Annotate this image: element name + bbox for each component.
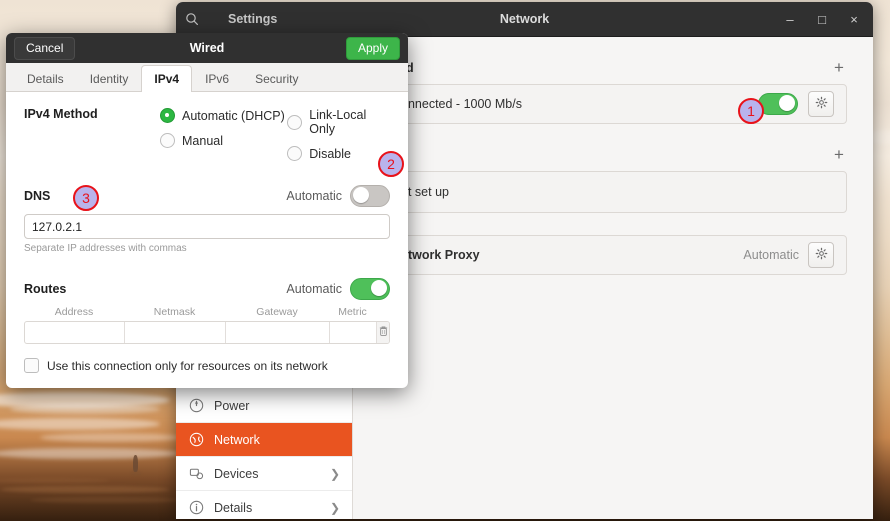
- radio-label: Link-Local Only: [309, 108, 367, 136]
- sidebar-item-network[interactable]: Network: [176, 423, 352, 457]
- restrict-connection-label: Use this connection only for resources o…: [47, 358, 328, 373]
- network-panel: Wired + Connected - 1000 Mb/s: [353, 37, 873, 519]
- devices-icon: [188, 466, 204, 482]
- sidebar-item-devices[interactable]: Devices ❯: [176, 457, 352, 491]
- tab-details[interactable]: Details: [14, 65, 77, 91]
- gear-icon: [815, 96, 828, 112]
- wired-settings-dialog: Cancel Wired Apply Details Identity IPv4…: [6, 33, 408, 388]
- annotation-badge-2: 2: [378, 151, 404, 177]
- window-controls: – □ ×: [781, 10, 873, 28]
- routes-column-headers: Address Netmask Gateway Metric: [24, 306, 390, 321]
- routes-col-netmask: Netmask: [153, 306, 196, 318]
- routes-automatic-toggle[interactable]: [350, 278, 390, 300]
- routes-label: Routes: [24, 282, 67, 296]
- sidebar-item-label: Devices: [214, 466, 259, 481]
- radio-automatic-dhcp[interactable]: Automatic (DHCP): [160, 108, 287, 123]
- radio-icon: [160, 133, 175, 148]
- routes-col-metric: Metric: [338, 306, 367, 318]
- dns-input[interactable]: 127.0.2.1: [24, 214, 390, 239]
- app-label: Settings: [228, 12, 278, 26]
- routes-col-address: Address: [54, 306, 94, 318]
- radio-link-local-only[interactable]: Link-Local Only: [287, 108, 390, 136]
- minimize-button[interactable]: –: [781, 10, 799, 28]
- settings-titlebar: Settings Network – □ ×: [176, 2, 873, 37]
- network-icon: [188, 432, 204, 448]
- page-title: Network: [499, 12, 550, 26]
- radio-label: Automatic (DHCP): [182, 108, 285, 123]
- radio-icon: [160, 108, 175, 123]
- proxy-gear-button[interactable]: [808, 242, 834, 268]
- add-wired-button[interactable]: +: [831, 59, 847, 76]
- sidebar-item-power[interactable]: Power: [176, 389, 352, 423]
- info-icon: [188, 500, 204, 516]
- annotation-badge-3: 3: [73, 185, 99, 211]
- maximize-button[interactable]: □: [813, 10, 831, 28]
- delete-route-button[interactable]: [377, 322, 389, 343]
- radio-icon: [287, 114, 303, 130]
- annotation-badge-1: 1: [738, 98, 764, 124]
- vpn-card: Not set up: [379, 171, 847, 213]
- chevron-right-icon: ❯: [329, 500, 340, 515]
- vpn-row: Not set up: [380, 172, 846, 212]
- dns-hint: Separate IP addresses with commas: [24, 243, 187, 254]
- routes-table: Address Netmask Gateway Metric: [24, 306, 390, 344]
- radio-label: Manual: [182, 133, 223, 148]
- sidebar-item-details[interactable]: Details ❯: [176, 491, 352, 519]
- radio-manual[interactable]: Manual: [160, 133, 287, 148]
- route-metric-input[interactable]: [330, 322, 377, 343]
- routes-col-gateway: Gateway: [256, 306, 298, 318]
- restrict-connection-checkbox[interactable]: [24, 358, 39, 373]
- wired-row: Connected - 1000 Mb/s: [380, 85, 846, 123]
- sidebar-item-label: Details: [214, 500, 253, 515]
- search-button[interactable]: [176, 12, 208, 26]
- routes-header: Routes Automatic: [24, 278, 390, 300]
- dialog-body: IPv4 Method Automatic (DHCP) Manual Link…: [6, 92, 408, 373]
- dns-input-value: 127.0.2.1: [32, 219, 83, 234]
- dialog-header: Cancel Wired Apply: [6, 33, 408, 63]
- screen: Settings Network – □ × Power Network Dev…: [0, 0, 890, 521]
- tab-identity[interactable]: Identity: [77, 65, 142, 91]
- wallpaper-figure: [133, 455, 138, 472]
- sidebar-item-label: Network: [214, 432, 260, 447]
- dns-label: DNS: [24, 189, 51, 203]
- route-gateway-input[interactable]: [226, 322, 330, 343]
- proxy-card: Network Proxy Automatic: [379, 235, 847, 275]
- trash-icon: [378, 325, 389, 340]
- power-icon: [188, 398, 204, 414]
- cancel-button[interactable]: Cancel: [14, 36, 76, 60]
- add-vpn-button[interactable]: +: [831, 146, 847, 163]
- gear-icon: [815, 247, 828, 263]
- proxy-value: Automatic: [743, 248, 799, 262]
- dialog-tabs: Details Identity IPv4 IPv6 Security: [6, 63, 408, 92]
- wired-status: Connected - 1000 Mb/s: [392, 97, 522, 111]
- tab-security[interactable]: Security: [242, 65, 311, 91]
- dns-automatic-toggle[interactable]: [350, 185, 390, 207]
- route-netmask-input[interactable]: [125, 322, 226, 343]
- radio-disable[interactable]: Disable: [287, 146, 390, 161]
- wired-section-header: Wired +: [379, 59, 847, 76]
- dns-automatic-label: Automatic: [286, 189, 342, 203]
- tab-ipv6[interactable]: IPv6: [192, 65, 242, 91]
- restrict-connection-row[interactable]: Use this connection only for resources o…: [24, 358, 390, 373]
- apply-button[interactable]: Apply: [345, 36, 400, 60]
- sidebar-item-label: Power: [214, 398, 250, 413]
- wired-toggle[interactable]: [758, 93, 798, 115]
- wired-gear-button[interactable]: [808, 91, 834, 117]
- radio-icon: [287, 146, 303, 161]
- chevron-right-icon: ❯: [329, 466, 340, 481]
- routes-automatic-label: Automatic: [286, 282, 342, 296]
- search-icon: [185, 12, 199, 26]
- route-address-input[interactable]: [25, 322, 125, 343]
- vpn-section-header: VPN +: [379, 146, 847, 163]
- ipv4-method-label: IPv4 Method: [24, 107, 98, 121]
- tab-ipv4[interactable]: IPv4: [141, 65, 193, 92]
- wired-card: Connected - 1000 Mb/s: [379, 84, 847, 124]
- radio-label: Disable: [309, 146, 351, 161]
- proxy-row: Network Proxy Automatic: [380, 236, 846, 274]
- close-button[interactable]: ×: [845, 10, 863, 28]
- table-row: [24, 321, 390, 344]
